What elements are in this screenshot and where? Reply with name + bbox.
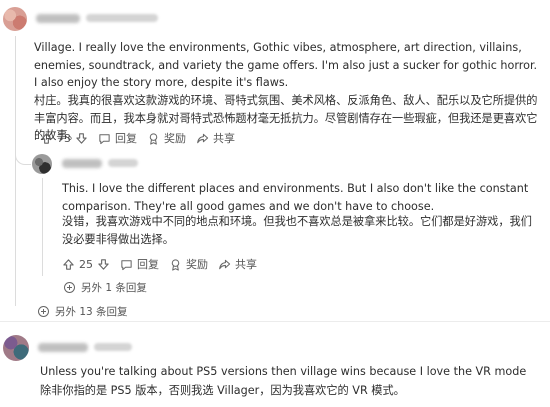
arrow-up-icon[interactable] bbox=[40, 132, 53, 145]
username-blurred[interactable] bbox=[62, 159, 102, 168]
avatar[interactable] bbox=[32, 154, 52, 174]
divider bbox=[0, 321, 550, 322]
more-replies-link[interactable]: 另外 1 条回复 bbox=[64, 280, 147, 295]
reply-body-cn: 没错，我喜欢游戏中不同的地点和环境。但我也不喜欢总是被拿来比较。它们都是好游戏，… bbox=[62, 215, 532, 246]
comment-actions: 73 回复 奖励 共享 bbox=[40, 128, 245, 148]
plus-circle-icon bbox=[64, 282, 75, 293]
plus-circle-icon bbox=[38, 306, 49, 317]
reply-button[interactable]: 回复 bbox=[98, 130, 137, 146]
arrow-up-icon[interactable] bbox=[62, 258, 75, 271]
thread-elbow bbox=[15, 144, 31, 165]
arrow-down-icon[interactable] bbox=[97, 258, 110, 271]
award-button[interactable]: 奖励 bbox=[169, 256, 208, 272]
avatar[interactable] bbox=[3, 335, 29, 361]
reply-body-en: This. I love the different places and en… bbox=[62, 182, 529, 213]
speech-bubble-icon bbox=[120, 258, 133, 271]
vote-count: 73 bbox=[57, 131, 71, 145]
comment-body-en: Unless you're talking about PS5 versions… bbox=[40, 365, 527, 378]
share-icon bbox=[218, 258, 231, 271]
username-blurred[interactable] bbox=[36, 14, 80, 23]
more-replies-label: 另外 1 条回复 bbox=[81, 282, 147, 294]
avatar[interactable] bbox=[3, 7, 27, 31]
award-button[interactable]: 奖励 bbox=[147, 130, 186, 146]
vote-count: 25 bbox=[79, 257, 93, 271]
award-label: 奖励 bbox=[164, 132, 186, 145]
reply-actions: 25 回复 奖励 共享 bbox=[62, 254, 267, 274]
more-replies-link[interactable]: 另外 13 条回复 bbox=[38, 304, 128, 319]
share-label: 共享 bbox=[213, 132, 235, 145]
arrow-down-icon[interactable] bbox=[75, 132, 88, 145]
award-icon bbox=[169, 258, 182, 271]
speech-bubble-icon bbox=[98, 132, 111, 145]
thread-line[interactable] bbox=[15, 36, 16, 306]
username-blurred[interactable] bbox=[38, 343, 88, 352]
timestamp-blurred bbox=[108, 159, 138, 167]
share-button[interactable]: 共享 bbox=[218, 256, 257, 272]
comment-body-en: Village. I really love the environments,… bbox=[34, 41, 538, 89]
vote-group: 25 bbox=[62, 258, 110, 271]
share-label: 共享 bbox=[235, 258, 257, 271]
timestamp-blurred bbox=[94, 343, 132, 351]
share-button[interactable]: 共享 bbox=[196, 130, 235, 146]
timestamp-blurred bbox=[86, 14, 158, 22]
vote-group: 73 bbox=[40, 132, 88, 145]
reply-label: 回复 bbox=[137, 258, 159, 271]
award-icon bbox=[147, 132, 160, 145]
award-label: 奖励 bbox=[186, 258, 208, 271]
reply-button[interactable]: 回复 bbox=[120, 256, 159, 272]
comment-thread: Village. I really love the environments,… bbox=[0, 0, 550, 407]
share-icon bbox=[196, 132, 209, 145]
thread-line[interactable] bbox=[42, 178, 43, 276]
more-replies-label: 另外 13 条回复 bbox=[55, 306, 128, 318]
reply-label: 回复 bbox=[115, 132, 137, 145]
comment-body-cn: 除非你指的是 PS5 版本，否则我选 Villager，因为我喜欢它的 VR 模… bbox=[40, 384, 405, 397]
